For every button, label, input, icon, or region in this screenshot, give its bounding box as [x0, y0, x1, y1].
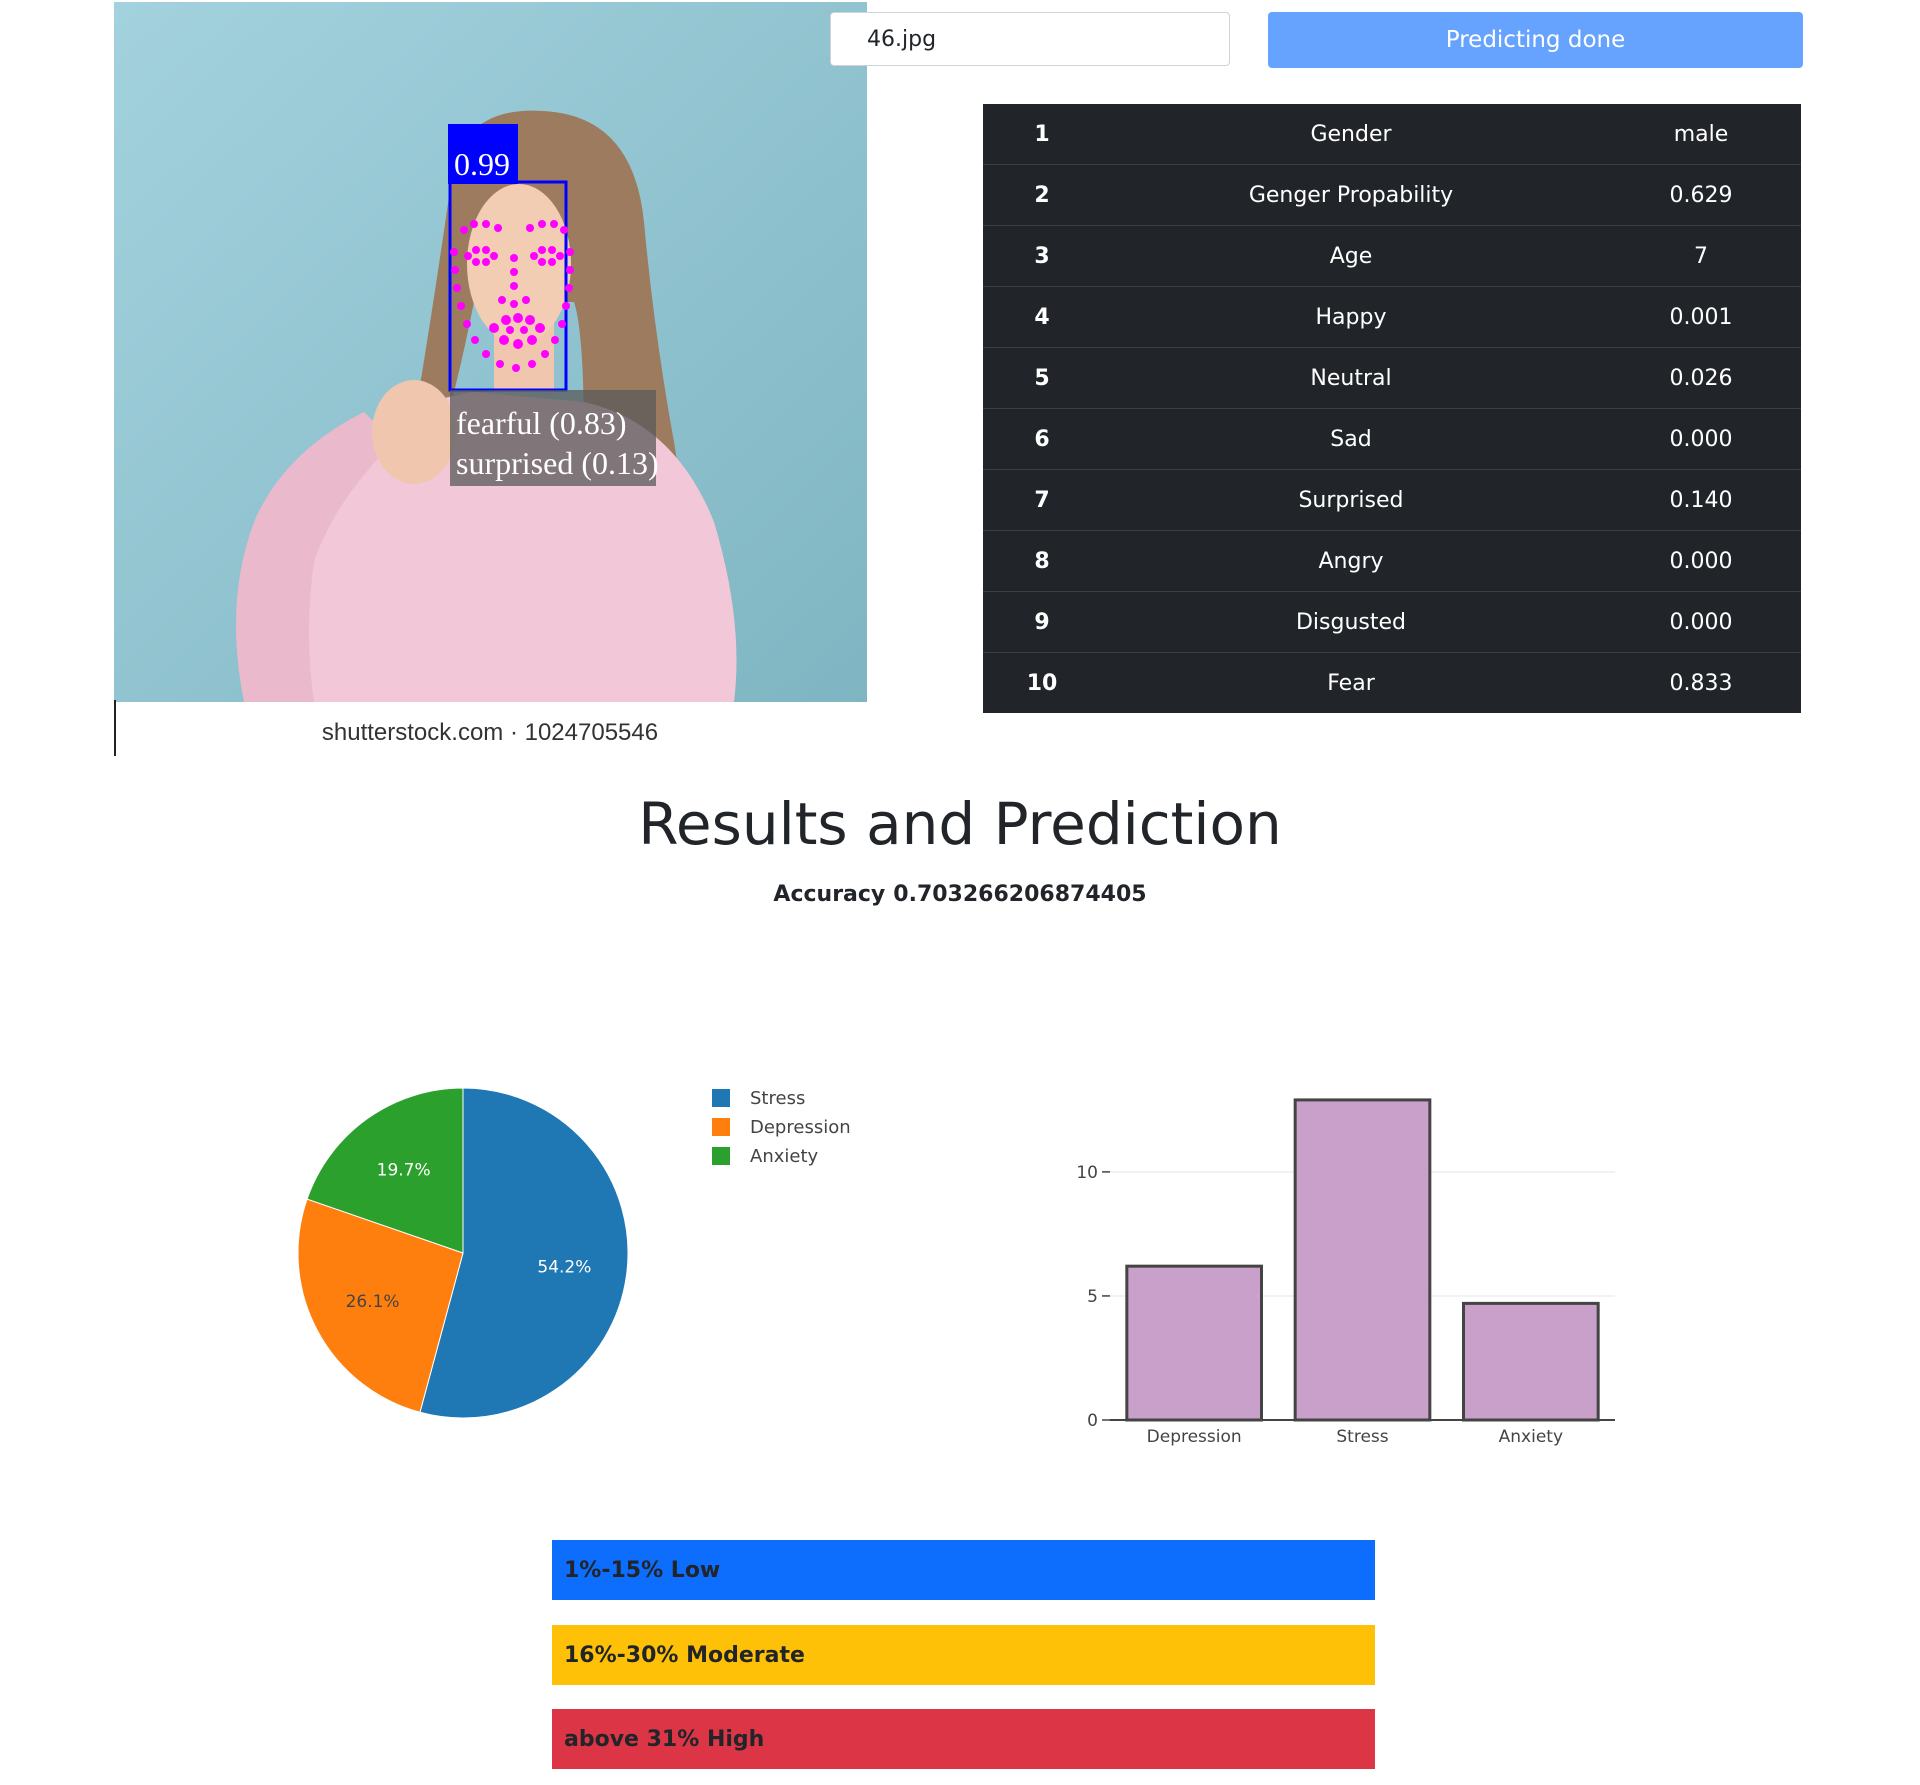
table-row: 4 Happy 0.001 [983, 286, 1801, 348]
face-score-label: 0.99 [454, 146, 510, 182]
row-label: Disgusted [1101, 591, 1601, 653]
row-label: Genger Propability [1101, 164, 1601, 226]
hand-shape [372, 380, 456, 484]
row-index: 3 [983, 225, 1101, 287]
row-index: 6 [983, 408, 1101, 470]
row-value: male [1601, 104, 1801, 165]
level-moderate-bar: 16%-30% Moderate [552, 1625, 1375, 1685]
table-row: 3 Age 7 [983, 225, 1801, 287]
row-value: 0.000 [1601, 530, 1801, 592]
row-label: Angry [1101, 530, 1601, 592]
row-value: 7 [1601, 225, 1801, 287]
pie-label-stress: 54.2% [537, 1257, 591, 1277]
row-label: Gender [1101, 104, 1601, 165]
row-value: 0.001 [1601, 286, 1801, 348]
pie-chart: 54.2% 26.1% 19.7% Stress Depression Anxiety [297, 1087, 851, 1419]
x-tick-label: Anxiety [1499, 1427, 1563, 1447]
photo-frame-edge [114, 700, 116, 756]
level-high-bar: above 31% High [552, 1709, 1375, 1769]
bar-depression [1125, 1264, 1264, 1422]
file-name-input[interactable] [830, 12, 1230, 66]
bar-stress [1293, 1098, 1432, 1422]
row-label: Surprised [1101, 469, 1601, 531]
accuracy-value: 0.703266206874405 [893, 882, 1147, 907]
legend-swatch-depression [712, 1118, 730, 1136]
row-index: 7 [983, 469, 1101, 531]
row-index: 2 [983, 164, 1101, 226]
row-index: 1 [983, 104, 1101, 165]
photo-watermark: shutterstock.com · 1024705546 [322, 719, 658, 746]
row-label: Fear [1327, 670, 1375, 696]
emotion-label-surprised: surprised (0.13) [456, 445, 659, 481]
table-row: 2 Genger Propability 0.629 [983, 164, 1801, 226]
prediction-results-table: 1 Gender male 2 Genger Propability 0.629 3 Ag… [983, 104, 1801, 713]
row-index: 5 [983, 347, 1101, 409]
table-row: 10 Fear 0.833 [983, 653, 1801, 714]
results-heading: Results and Prediction [638, 790, 1282, 858]
row-value: 0.000 [1601, 591, 1801, 653]
row-value: 0.000 [1601, 408, 1801, 470]
table-row: 5 Neutral 0.026 [983, 347, 1801, 409]
analysed-photo: 0.99 fearful (0.83) surprised (0.13) shu… [114, 2, 867, 755]
accuracy-text: Accuracy 0.703266206874405 [0, 882, 1920, 907]
y-tick-label: 10 [1076, 1163, 1098, 1183]
legend-label-anxiety: Anxiety [750, 1146, 819, 1167]
x-tick-label: Depression [1147, 1427, 1242, 1447]
bar-anxiety [1462, 1301, 1600, 1422]
level-low-bar: 1%-15% Low [552, 1540, 1375, 1600]
legend-swatch-anxiety [712, 1147, 730, 1165]
emotion-label-fearful: fearful (0.83) [456, 405, 627, 441]
legend-swatch-stress [712, 1089, 730, 1107]
table-row: 9 Disgusted 0.000 [983, 591, 1801, 653]
photo-illustration: 0.99 fearful (0.83) surprised (0.13) shu… [114, 2, 867, 755]
row-value: 0.629 [1601, 164, 1801, 226]
row-index: 9 [983, 591, 1101, 653]
row-value: 0.026 [1601, 347, 1801, 409]
predicting-done-button[interactable]: Predicting done [1268, 12, 1803, 68]
row-index: 10 [1026, 670, 1058, 696]
pie-label-anxiety: 19.7% [377, 1161, 431, 1181]
row-value: 0.140 [1601, 469, 1801, 531]
row-index: 4 [983, 286, 1101, 348]
pie-label-depression: 26.1% [346, 1292, 400, 1312]
row-value: 0.833 [1669, 670, 1733, 696]
row-label: Age [1101, 225, 1601, 287]
row-label: Neutral [1101, 347, 1601, 409]
row-index: 8 [983, 530, 1101, 592]
table-row: 1 Gender male [983, 104, 1801, 165]
accuracy-label: Accuracy [773, 882, 886, 907]
table-row: 8 Angry 0.000 [983, 530, 1801, 592]
bar-chart: 0 5 10 Depression Stress Anxiety [1076, 1098, 1615, 1447]
legend-label-depression: Depression [750, 1117, 851, 1138]
row-label: Happy [1101, 286, 1601, 348]
legend-label-stress: Stress [750, 1088, 805, 1109]
y-tick-label: 0 [1087, 1411, 1098, 1431]
x-tick-label: Stress [1336, 1427, 1388, 1447]
row-label: Sad [1101, 408, 1601, 470]
table-row: 7 Surprised 0.140 [983, 469, 1801, 531]
y-tick-label: 5 [1087, 1287, 1098, 1307]
table-row: 6 Sad 0.000 [983, 408, 1801, 470]
